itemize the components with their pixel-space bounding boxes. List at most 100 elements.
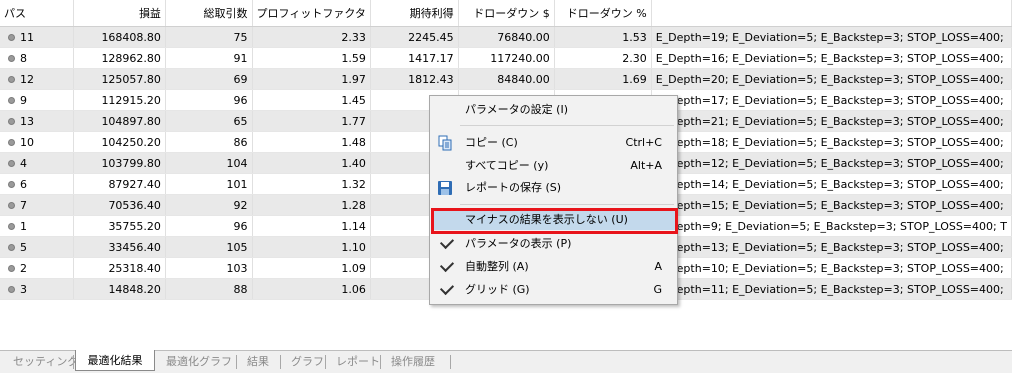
inputs-cell: E_Depth=15; E_Deviation=5; E_Backstep=3;…	[651, 194, 1012, 216]
column-header-expected-payoff[interactable]: 期待利得	[370, 0, 459, 27]
pass-number: 8	[20, 51, 27, 65]
trades-cell: 96	[165, 215, 253, 237]
pass-number: 3	[20, 282, 27, 296]
menu-item-auto-arrange[interactable]: 自動整列 (A) A	[431, 257, 676, 277]
pass-number: 10	[20, 135, 34, 149]
pass-cell: 10	[0, 131, 74, 153]
tab-settings[interactable]: セッティング	[13, 353, 78, 371]
menu-item-copy-all[interactable]: すべてコピー (y) Alt+A	[431, 156, 676, 176]
column-header-pass[interactable]: パス	[0, 0, 74, 27]
inputs-cell: E_Depth=13; E_Deviation=5; E_Backstep=3;…	[651, 236, 1012, 258]
highlight-annotation-box	[431, 208, 678, 234]
menu-item-label: グリッド (G)	[465, 283, 530, 296]
pf-cell: 1.40	[252, 152, 371, 174]
save-icon	[437, 180, 453, 196]
inputs-cell: E_Depth=10; E_Deviation=5; E_Backstep=3;…	[651, 257, 1012, 279]
pf-cell: 2.33	[252, 26, 371, 48]
status-dot-icon	[8, 97, 15, 104]
menu-item-label: レポートの保存 (S)	[465, 181, 562, 194]
tab-divider	[236, 355, 237, 369]
pass-cell: 12	[0, 68, 74, 90]
trades-cell: 86	[165, 131, 253, 153]
trades-cell: 65	[165, 110, 253, 132]
dd-pct-cell: 1.69	[554, 68, 652, 90]
column-header-drawdown-pct[interactable]: ドローダウン %	[554, 0, 652, 27]
menu-item-copy[interactable]: コピー (C) Ctrl+C	[431, 133, 676, 153]
inputs-cell: E_Depth=12; E_Deviation=5; E_Backstep=3;…	[651, 152, 1012, 174]
profit-cell: 104250.20	[73, 131, 166, 153]
column-header-total-trades[interactable]: 総取引数	[165, 0, 253, 27]
menu-item-label: パラメータの表示 (P)	[465, 237, 572, 250]
expected-cell: 1812.43	[370, 68, 459, 90]
menu-item-shortcut: A	[654, 260, 662, 273]
status-dot-icon	[8, 286, 15, 293]
pass-cell: 13	[0, 110, 74, 132]
pf-cell: 1.14	[252, 215, 371, 237]
column-header-drawdown-usd[interactable]: ドローダウン $	[458, 0, 555, 27]
pass-number: 7	[20, 198, 27, 212]
status-dot-icon	[8, 223, 15, 230]
profit-cell: 70536.40	[73, 194, 166, 216]
check-icon	[439, 234, 455, 250]
column-header-profit-factor[interactable]: プロフィットファクタ	[252, 0, 371, 27]
expected-cell: 1417.17	[370, 47, 459, 69]
inputs-cell: E_Depth=20; E_Deviation=5; E_Backstep=3;…	[651, 68, 1012, 90]
trades-cell: 96	[165, 89, 253, 111]
menu-item-shortcut: Alt+A	[630, 159, 662, 172]
trades-cell: 91	[165, 47, 253, 69]
pf-cell: 1.59	[252, 47, 371, 69]
menu-item-label: 自動整列 (A)	[465, 260, 529, 273]
pass-number: 6	[20, 177, 27, 191]
menu-item-grid[interactable]: グリッド (G) G	[431, 280, 676, 300]
trades-cell: 105	[165, 236, 253, 258]
trades-cell: 88	[165, 278, 253, 300]
inputs-cell: E_Depth=17; E_Deviation=5; E_Backstep=3;…	[651, 89, 1012, 111]
inputs-cell: E_Depth=9; E_Deviation=5; E_Backstep=3; …	[651, 215, 1012, 237]
tab-divider	[280, 355, 281, 369]
profit-cell: 112915.20	[73, 89, 166, 111]
status-dot-icon	[8, 244, 15, 251]
tab-divider	[450, 355, 451, 369]
trades-cell: 103	[165, 257, 253, 279]
menu-item-label: パラメータの設定 (I)	[465, 103, 568, 116]
pass-number: 4	[20, 156, 27, 170]
profit-cell: 168408.80	[73, 26, 166, 48]
dd-pct-cell: 1.53	[554, 26, 652, 48]
pf-cell: 1.77	[252, 110, 371, 132]
menu-item-shortcut: Ctrl+C	[625, 136, 662, 149]
pf-cell: 1.10	[252, 236, 371, 258]
pf-cell: 1.32	[252, 173, 371, 195]
pass-cell: 5	[0, 236, 74, 258]
tab-graph[interactable]: グラフ	[291, 353, 324, 371]
pass-cell: 9	[0, 89, 74, 111]
table-row[interactable]: 8 128962.80 91 1.59 1417.17 117240.00 2.30 E_De…	[0, 47, 1012, 69]
dd-pct-cell: 2.30	[554, 47, 652, 69]
pass-cell: 1	[0, 215, 74, 237]
menu-item-save-report[interactable]: レポートの保存 (S)	[431, 178, 676, 198]
tab-optimization-results[interactable]: 最適化結果	[75, 350, 155, 371]
inputs-cell: E_Depth=16; E_Deviation=5; E_Backstep=3;…	[651, 47, 1012, 69]
column-header-profit[interactable]: 損益	[73, 0, 166, 27]
table-row[interactable]: 11 168408.80 75 2.33 2245.45 76840.00 1.53 E_De…	[0, 26, 1012, 48]
tab-divider	[325, 355, 326, 369]
tab-journal[interactable]: 操作履歴	[391, 353, 435, 371]
menu-item-show-parameters[interactable]: パラメータの表示 (P)	[431, 234, 676, 254]
status-dot-icon	[8, 76, 15, 83]
tab-optimization-graph[interactable]: 最適化グラフ	[166, 353, 232, 371]
profit-cell: 125057.80	[73, 68, 166, 90]
status-dot-icon	[8, 34, 15, 41]
menu-item-label: すべてコピー (y)	[465, 159, 549, 172]
tab-report[interactable]: レポート	[336, 353, 380, 371]
pass-number: 11	[20, 30, 34, 44]
table-row[interactable]: 12 125057.80 69 1.97 1812.43 84840.00 1.69 E_De…	[0, 68, 1012, 90]
profit-cell: 104897.80	[73, 110, 166, 132]
tab-results[interactable]: 結果	[247, 353, 269, 371]
context-menu: パラメータの設定 (I) コピー (C) Ctrl+C すべてコピー (y) A…	[429, 95, 678, 305]
pf-cell: 1.48	[252, 131, 371, 153]
menu-item-parameter-settings[interactable]: パラメータの設定 (I)	[431, 100, 676, 120]
pass-cell: 11	[0, 26, 74, 48]
menu-item-label: コピー (C)	[465, 136, 518, 149]
column-header-inputs[interactable]	[651, 0, 1012, 27]
profit-cell: 87927.40	[73, 173, 166, 195]
menu-separator	[460, 204, 674, 205]
